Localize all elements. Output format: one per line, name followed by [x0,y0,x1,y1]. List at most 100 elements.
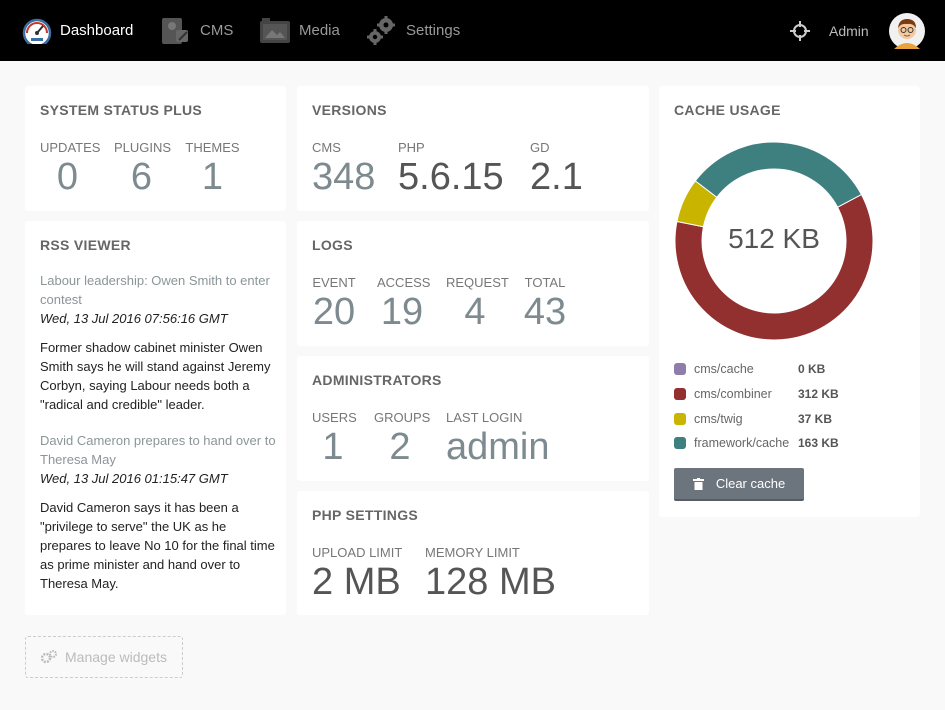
rss-body: David Cameron says it has been a "privil… [40,500,275,591]
legend-swatch [674,412,686,425]
rss-date: Wed, 13 Jul 2016 07:56:16 GMT [40,311,228,326]
stat-label: REQUEST [446,275,509,290]
legend-swatch [674,388,686,401]
widget-title: RSS VIEWER [40,237,131,253]
gear-icon [366,15,398,47]
media-icon [259,17,291,45]
donut-slice-framework-cache [694,141,863,208]
stat-last-login: LAST LOGIN admin [446,410,550,466]
stat-label: UPLOAD LIMIT [312,545,403,560]
legend-size: 0 KB [798,362,826,377]
nav-settings[interactable]: Settings [366,0,460,61]
stat-value: 1 [201,156,224,198]
widget-system-status: SYSTEM STATUS PLUS UPDATES 0 PLUGINS 6 T… [25,86,286,211]
cache-total: 512 KB [728,223,820,254]
nav-media[interactable]: Media [259,0,340,61]
admin-menu[interactable]: Admin [829,0,869,61]
stat-label: GROUPS [374,410,431,425]
legend-name: cms/cache [694,362,754,377]
stat-gd-version: GD 2.1 [530,140,583,196]
legend-size: 37 KB [798,411,833,426]
legend-row-cms-twig: cms/twig 37 KB [674,406,839,431]
manage-widgets-button[interactable]: Manage widgets [25,636,183,678]
widget-administrators: ADMINISTRATORS USERS 1 GROUPS 2 LAST LOG… [297,356,649,481]
stat-themes: THEMES 1 [185,140,240,196]
cache-legend: cms/cache 0 KB cms/combiner 312 KB cms/t… [674,357,839,456]
crosshair-icon [790,20,810,41]
nav-media-label: Media [299,22,340,39]
legend-row-framework-cache: framework/cache 163 KB [674,431,839,456]
stat-value: 348 [312,156,376,198]
widget-title: LOGS [312,237,353,253]
widget-title: VERSIONS [312,102,387,118]
legend-name: framework/cache [694,436,790,451]
rss-body: Former shadow cabinet minister Owen Smit… [40,340,271,412]
stat-value: 2.1 [530,156,583,198]
legend-row-cms-combiner: cms/combiner 312 KB [674,382,839,407]
legend-swatch [674,437,686,450]
nav-dashboard-label: Dashboard [60,22,134,39]
stat-label: PLUGINS [114,140,172,155]
stat-groups: GROUPS 2 [374,410,431,466]
widget-title: PHP SETTINGS [312,507,419,523]
stat-label: THEMES [185,140,240,155]
stat-value: 0 [56,156,79,198]
nav-dashboard[interactable]: Dashboard [22,0,133,61]
widget-title: CACHE USAGE [674,102,781,118]
manage-widgets-label: Manage widgets [65,649,167,665]
trash-icon [692,477,704,490]
clear-cache-label: Clear cache [715,476,786,491]
nav-cms-label: CMS [200,22,234,39]
rss-headline-link[interactable]: Labour leadership: Owen Smith to enter c… [40,271,280,309]
locate-icon-wrap[interactable] [790,0,810,61]
avatar-image [889,12,925,49]
stat-php-version: PHP 5.6.15 [398,140,504,196]
dashboard-gauge-icon [22,18,52,44]
stat-label: CMS [312,140,341,155]
stat-value: 128 MB [425,561,556,603]
cms-icon [160,16,192,46]
stat-value: 5.6.15 [398,156,504,198]
clear-cache-button[interactable]: Clear cache [674,468,804,501]
gears-icon [41,650,58,664]
stat-updates: UPDATES 0 [40,140,101,198]
widget-php-settings: PHP SETTINGS UPLOAD LIMIT 2 MB MEMORY LI… [297,491,649,615]
stat-value: 2 MB [312,561,401,603]
stat-plugins: PLUGINS 6 [114,140,172,198]
legend-name: cms/combiner [694,387,772,402]
stat-label: UPDATES [40,140,101,155]
stat-users: USERS 1 [312,410,357,468]
stat-value: 43 [523,291,567,333]
widget-rss-viewer: RSS VIEWER Labour leadership: Owen Smith… [25,221,286,615]
legend-name: cms/twig [694,411,743,426]
rss-item: Labour leadership: Owen Smith to enter c… [40,271,280,414]
stat-value: 4 [464,291,486,333]
rss-item: David Cameron prepares to hand over to T… [40,431,280,593]
legend-row-cms-cache: cms/cache 0 KB [674,357,839,382]
stat-upload-limit: UPLOAD LIMIT 2 MB [312,545,402,601]
stat-total: TOTAL 43 [523,275,567,331]
widget-title: ADMINISTRATORS [312,372,442,388]
legend-swatch [674,363,686,376]
rss-headline-link[interactable]: David Cameron prepares to hand over to T… [40,431,280,469]
stat-label: MEMORY LIMIT [425,545,520,560]
stat-value: 20 [312,291,356,333]
widget-cache-usage: CACHE USAGE 512 KB cms/cache 0 KB cms/co… [659,86,920,517]
widget-title: SYSTEM STATUS PLUS [40,102,203,118]
nav-cms[interactable]: CMS [160,0,233,61]
legend-size: 312 KB [798,387,839,402]
stat-value: 6 [130,156,153,198]
stat-label: PHP [398,140,425,155]
nav-settings-label: Settings [406,22,461,39]
widget-logs: LOGS EVENT 20 ACCESS 19 REQUEST 4 TOTAL … [297,221,649,346]
admin-label: Admin [829,22,869,39]
rss-date: Wed, 13 Jul 2016 01:15:47 GMT [40,471,228,486]
stat-cms-version: CMS 348 [312,140,375,196]
stat-label: GD [530,140,550,155]
stat-value: 19 [380,291,424,333]
stat-memory-limit: MEMORY LIMIT 128 MB [425,545,556,601]
top-navigation-bar: Dashboard CMS Media Settings Admin [0,0,945,61]
avatar[interactable] [889,0,925,61]
stat-value: 1 [322,426,344,468]
stat-label: EVENT [312,275,356,290]
